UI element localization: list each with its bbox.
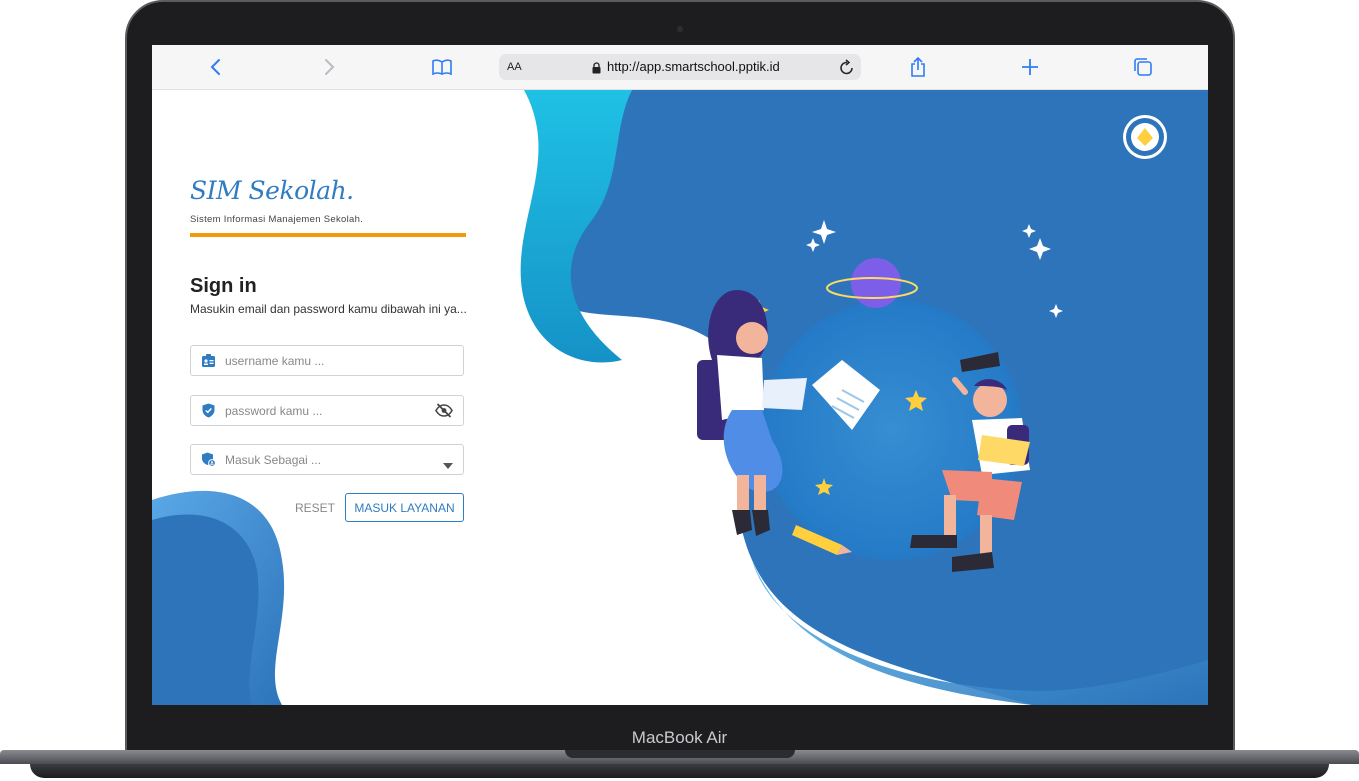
app-logo: SIM Sekolah. [190, 176, 354, 205]
signin-title: Sign in [190, 275, 257, 297]
device-label: MacBook Air [631, 728, 728, 747]
shield-icon [201, 403, 216, 423]
user-shield-icon [201, 452, 216, 472]
app-tagline: Sistem Informasi Manajemen Sekolah. [190, 214, 364, 225]
address-bar[interactable]: AA http://app.smartschool.pptik.id [499, 54, 861, 80]
url-text: http://app.smartschool.pptik.id [607, 59, 780, 74]
tut-wuri-handayani-logo [1123, 115, 1167, 159]
text-size-button[interactable]: AA [507, 61, 522, 73]
browser-toolbar: AA http://app.smartschool.pptik.id [152, 45, 1208, 90]
signin-subtitle: Masukin email dan password kamu dibawah … [190, 302, 467, 316]
login-page: SIM Sekolah. Sistem Informasi Manajemen … [152, 90, 1208, 705]
username-placeholder: username kamu ... [225, 354, 325, 368]
login-button[interactable]: MASUK LAYANAN [345, 493, 464, 522]
share-icon[interactable] [904, 53, 932, 81]
id-card-icon [201, 353, 216, 373]
laptop-frame: AA http://app.smartschool.pptik.id SIM S… [0, 0, 1359, 781]
role-select[interactable]: Masuk Sebagai ... [190, 444, 464, 475]
forward-icon[interactable] [315, 53, 343, 81]
role-placeholder: Masuk Sebagai ... [225, 453, 322, 467]
reload-icon[interactable] [839, 58, 855, 81]
login-panel: SIM Sekolah. Sistem Informasi Manajemen … [152, 90, 542, 705]
screen: AA http://app.smartschool.pptik.id SIM S… [152, 45, 1208, 705]
reset-button[interactable]: RESET [290, 493, 340, 523]
chevron-down-icon[interactable] [443, 456, 453, 474]
accent-rule [190, 233, 466, 237]
tabs-icon[interactable] [1129, 53, 1157, 81]
eye-off-icon[interactable] [435, 403, 453, 423]
laptop-base [0, 750, 1359, 781]
camera-dot [677, 26, 683, 32]
username-field[interactable]: username kamu ... [190, 345, 464, 376]
back-icon[interactable] [202, 53, 230, 81]
book-icon[interactable] [428, 53, 456, 81]
plus-icon[interactable] [1016, 53, 1044, 81]
lock-icon [592, 61, 601, 79]
password-placeholder: password kamu ... [225, 404, 323, 418]
password-field[interactable]: password kamu ... [190, 395, 464, 426]
